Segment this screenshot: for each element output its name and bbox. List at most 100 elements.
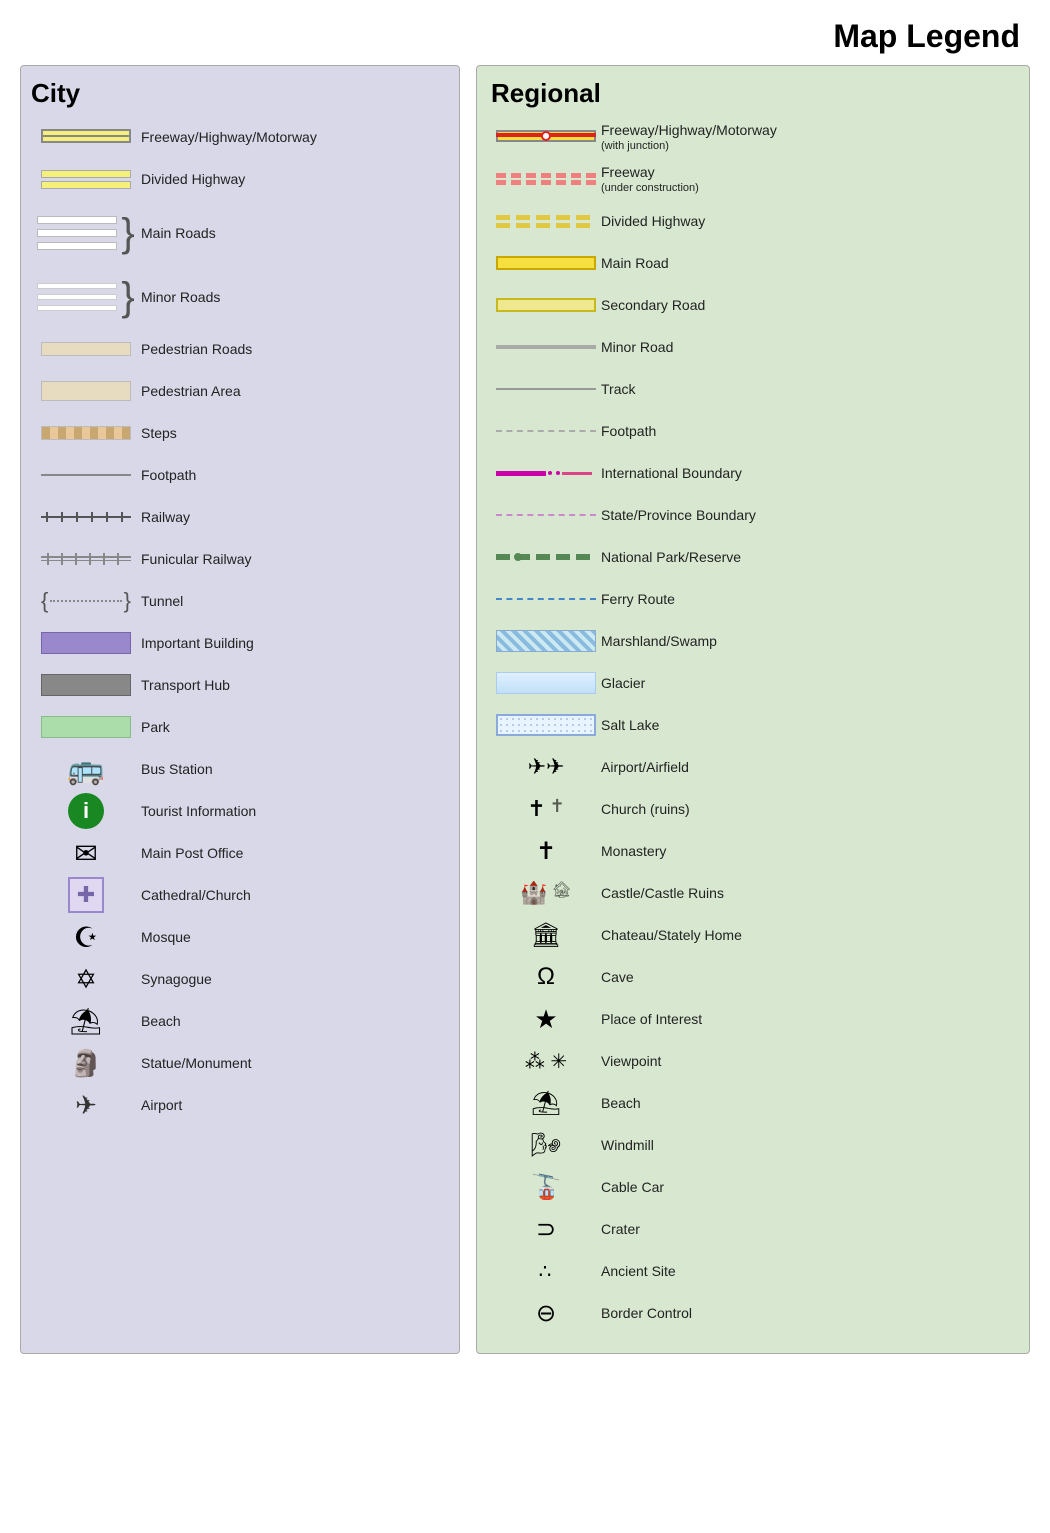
intl-boundary-icon: [491, 469, 601, 477]
list-item: ⊃ Crater: [491, 1211, 1019, 1247]
viewpoint-label: Viewpoint: [601, 1052, 661, 1070]
crater-label: Crater: [601, 1220, 640, 1238]
list-item: Pedestrian Area: [31, 373, 449, 409]
post-office-icon: ✉: [31, 837, 141, 870]
list-item: Footpath: [491, 413, 1019, 449]
list-item: 🚡 Cable Car: [491, 1169, 1019, 1205]
important-building-icon: [31, 632, 141, 654]
castle-label: Castle/Castle Ruins: [601, 884, 724, 902]
list-item: Pedestrian Roads: [31, 331, 449, 367]
list-item: Railway: [31, 499, 449, 535]
reg-track-label: Track: [601, 380, 635, 398]
reg-main-road-icon: [491, 256, 601, 270]
beach-city-label: Beach: [141, 1012, 181, 1030]
list-item: Funicular Railway: [31, 541, 449, 577]
list-item: Freeway/Highway/Motorway: [31, 119, 449, 155]
beach-city-icon: ⛱: [31, 1006, 141, 1037]
salt-lake-label: Salt Lake: [601, 716, 659, 734]
list-item: State/Province Boundary: [491, 497, 1019, 533]
freeway-label: Freeway/Highway/Motorway: [141, 128, 317, 146]
salt-lake-icon: [491, 714, 601, 736]
place-interest-label: Place of Interest: [601, 1010, 702, 1028]
list-item: ⊖ Border Control: [491, 1295, 1019, 1331]
list-item: 🌬 Windmill: [491, 1127, 1019, 1163]
park-icon: [31, 716, 141, 738]
list-item: 🏰 🏚 Castle/Castle Ruins: [491, 875, 1019, 911]
list-item: Marshland/Swamp: [491, 623, 1019, 659]
park-label: Park: [141, 718, 170, 736]
reg-minor-road-label: Minor Road: [601, 338, 673, 356]
list-item: Important Building: [31, 625, 449, 661]
statue-label: Statue/Monument: [141, 1054, 252, 1072]
reg-freeway-construction-label: Freeway(under construction): [601, 163, 699, 195]
reg-secondary-label: Secondary Road: [601, 296, 705, 314]
list-item: ⛱ Beach: [491, 1085, 1019, 1121]
footpath-label: Footpath: [141, 466, 196, 484]
national-park-label: National Park/Reserve: [601, 548, 741, 566]
mosque-label: Mosque: [141, 928, 191, 946]
beach-regional-icon: ⛱: [491, 1089, 601, 1118]
important-building-label: Important Building: [141, 634, 254, 652]
funicular-icon: [31, 551, 141, 567]
list-item: Transport Hub: [31, 667, 449, 703]
church-icon: ✝ ✝: [491, 796, 601, 822]
reg-minor-road-icon: [491, 345, 601, 349]
railway-icon: [31, 511, 141, 523]
list-item: Main Road: [491, 245, 1019, 281]
ancient-site-label: Ancient Site: [601, 1262, 676, 1280]
page-title: Map Legend: [0, 0, 1050, 65]
list-item: ✉ Main Post Office: [31, 835, 449, 871]
list-item: } Main Roads: [31, 203, 449, 263]
reg-footpath-icon: [491, 430, 601, 432]
list-item: 🚌 Bus Station: [31, 751, 449, 787]
reg-divided-icon: [491, 215, 601, 228]
glacier-icon: [491, 672, 601, 694]
marshland-label: Marshland/Swamp: [601, 632, 717, 650]
railway-label: Railway: [141, 508, 190, 526]
list-item: } Minor Roads: [31, 269, 449, 325]
ancient-site-icon: ∴: [491, 1259, 601, 1284]
reg-freeway-icon: [491, 128, 601, 146]
minor-roads-brace: }: [121, 277, 134, 317]
ped-area-icon: [31, 381, 141, 401]
transport-hub-icon: [31, 674, 141, 696]
chateau-icon: 🏛: [491, 921, 601, 950]
divided-highway-label: Divided Highway: [141, 170, 245, 188]
list-item: 🏛 Chateau/Stately Home: [491, 917, 1019, 953]
airport-label: Airport/Airfield: [601, 758, 689, 776]
border-control-icon: ⊖: [491, 1299, 601, 1328]
freeway-icon: [31, 126, 141, 148]
list-item: ∴ Ancient Site: [491, 1253, 1019, 1289]
list-item: Steps: [31, 415, 449, 451]
list-item: ✝ ✝ Church (ruins): [491, 791, 1019, 827]
cable-car-icon: 🚡: [491, 1173, 601, 1202]
post-office-label: Main Post Office: [141, 844, 243, 862]
list-item: ☪ Mosque: [31, 919, 449, 955]
reg-secondary-icon: [491, 298, 601, 312]
list-item: Salt Lake: [491, 707, 1019, 743]
beach-regional-label: Beach: [601, 1094, 641, 1112]
footpath-icon: [31, 474, 141, 476]
list-item: ✝ Monastery: [491, 833, 1019, 869]
state-boundary-icon: [491, 514, 601, 516]
state-boundary-label: State/Province Boundary: [601, 506, 756, 524]
list-item: ⛱ Beach: [31, 1003, 449, 1039]
airport-city-label: Airport: [141, 1096, 182, 1114]
main-roads-icon: }: [31, 213, 141, 253]
steps-icon: [31, 426, 141, 440]
chateau-label: Chateau/Stately Home: [601, 926, 742, 944]
ferry-label: Ferry Route: [601, 590, 675, 608]
city-column: City Freeway/Highway/Motorway Divided Hi…: [20, 65, 460, 1354]
main-roads-label: Main Roads: [141, 224, 216, 242]
mosque-icon: ☪: [31, 921, 141, 954]
viewpoint-icon: ⁂ ✳: [491, 1049, 601, 1074]
list-item: ✚ Cathedral/Church: [31, 877, 449, 913]
bus-station-label: Bus Station: [141, 760, 213, 778]
list-item: Divided Highway: [491, 203, 1019, 239]
regional-title: Regional: [491, 78, 1019, 109]
cave-label: Cave: [601, 968, 634, 986]
list-item: Footpath: [31, 457, 449, 493]
monastery-icon: ✝: [491, 837, 601, 866]
bus-station-icon: 🚌: [31, 752, 141, 787]
national-park-icon: [491, 551, 601, 563]
